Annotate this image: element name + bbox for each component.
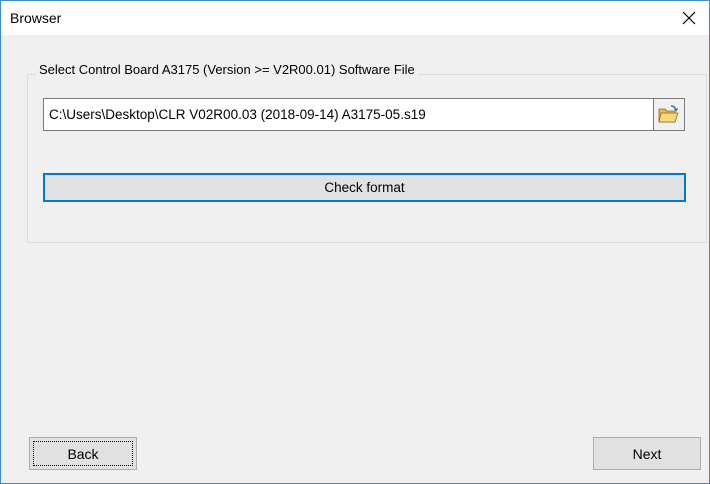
back-focus-rect: Back xyxy=(33,441,133,466)
window-title: Browser xyxy=(10,10,62,26)
title-bar: Browser xyxy=(1,1,709,35)
folder-open-icon xyxy=(658,104,679,122)
back-button-label: Back xyxy=(67,445,99,462)
next-button[interactable]: Next xyxy=(593,437,701,470)
check-format-button[interactable]: Check format xyxy=(43,173,686,202)
back-button[interactable]: Back xyxy=(29,437,137,470)
close-icon xyxy=(682,11,696,25)
browser-dialog: Browser Select Control Board A3175 (Vers… xyxy=(0,0,710,484)
browse-button[interactable] xyxy=(653,98,685,131)
groupbox-label: Select Control Board A3175 (Version >= V… xyxy=(36,62,418,77)
file-path-input[interactable]: C:\Users\Desktop\CLR V02R00.03 (2018-09-… xyxy=(43,98,653,131)
close-button[interactable] xyxy=(669,1,709,35)
